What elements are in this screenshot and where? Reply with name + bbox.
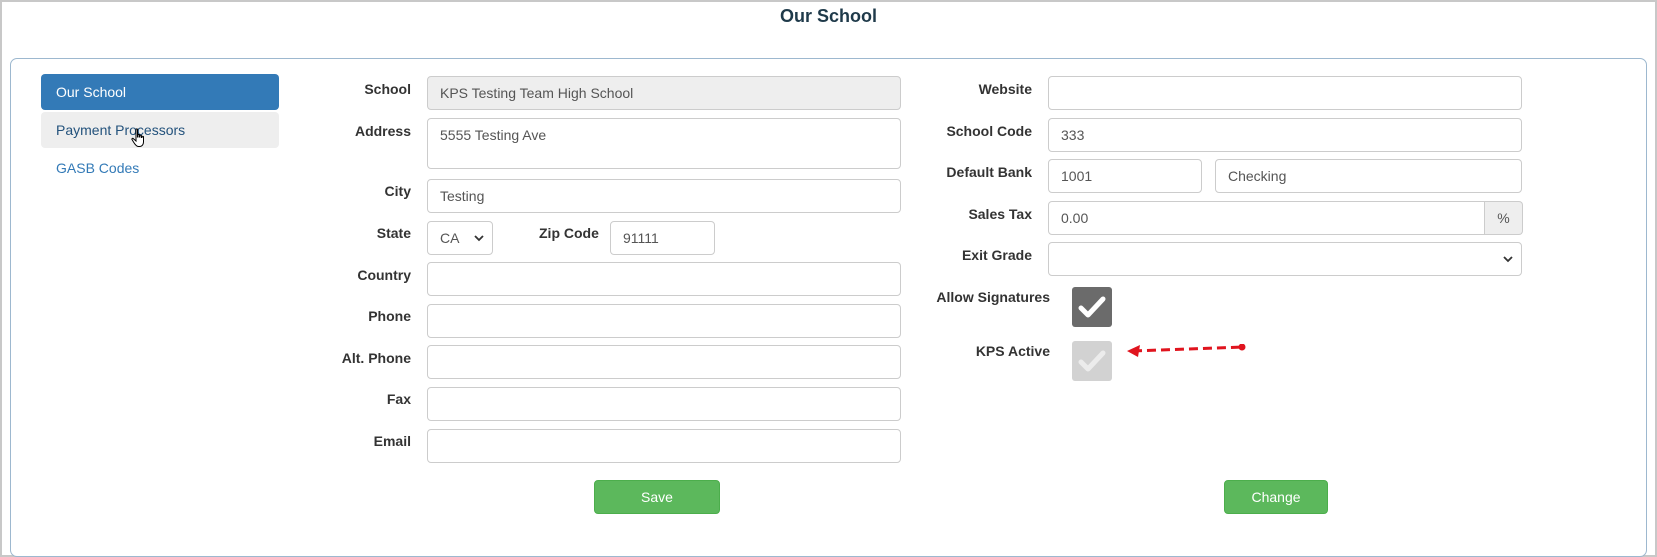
sidebar-item-label: Our School (56, 84, 127, 100)
sales-tax-field[interactable]: 0.00 (1048, 201, 1485, 235)
city-field[interactable]: Testing (427, 179, 901, 213)
fax-field[interactable] (427, 387, 901, 421)
page-title: Our School (779, 6, 877, 26)
kps-active-checkbox[interactable] (1072, 341, 1112, 381)
website-field[interactable] (1048, 76, 1522, 110)
chevron-down-icon (1503, 256, 1513, 263)
school-label: School (364, 81, 411, 97)
phone-label: Phone (368, 308, 411, 324)
country-field[interactable] (427, 262, 901, 296)
website-label: Website (978, 81, 1032, 97)
check-icon (1078, 296, 1106, 318)
alt-phone-label: Alt. Phone (341, 350, 411, 366)
exit-grade-select[interactable] (1048, 242, 1522, 276)
alt-phone-field[interactable] (427, 345, 901, 379)
sales-tax-label: Sales Tax (968, 206, 1032, 222)
school-name-field[interactable]: KPS Testing Team High School (427, 76, 901, 110)
default-bank-label: Default Bank (946, 164, 1032, 180)
city-label: City (384, 183, 411, 199)
school-settings-panel: Our School Payment Processors GASB Codes… (10, 58, 1647, 557)
email-field[interactable] (427, 429, 901, 463)
arrow-left-icon (1127, 344, 1246, 357)
default-bank-number-field[interactable]: 1001 (1048, 159, 1202, 193)
sidebar-nav: Our School Payment Processors GASB Codes (41, 74, 279, 188)
email-label: Email (373, 433, 411, 449)
hand-pointer-icon (131, 128, 144, 147)
fax-label: Fax (386, 391, 411, 407)
sidebar-item-label: Payment Processors (56, 122, 186, 138)
zip-code-label: Zip Code (539, 225, 599, 241)
phone-field[interactable] (427, 304, 901, 338)
state-select-value: CA (440, 230, 460, 246)
sidebar-item-our-school[interactable]: Our School (41, 74, 279, 110)
sidebar-item-payment-processors[interactable]: Payment Processors (41, 112, 279, 148)
state-select[interactable]: CA (427, 221, 493, 255)
country-label: Country (357, 267, 411, 283)
chevron-down-icon (474, 235, 484, 242)
state-label: State (376, 225, 411, 241)
school-code-label: School Code (946, 123, 1032, 139)
sidebar-item-gasb-codes[interactable]: GASB Codes (41, 150, 279, 186)
address-textarea[interactable]: 5555 Testing Ave (427, 118, 901, 169)
change-logo-button[interactable]: Change Logo (1224, 480, 1328, 537)
save-information-button[interactable]: Save Information (594, 480, 720, 537)
sidebar-item-label: GASB Codes (56, 160, 140, 176)
default-bank-account-field[interactable]: Checking (1215, 159, 1522, 193)
percent-addon: % (1485, 201, 1523, 235)
allow-signatures-label: Allow Signatures (936, 289, 1050, 305)
exit-grade-label: Exit Grade (961, 247, 1032, 263)
check-icon (1078, 350, 1106, 372)
kps-active-label: KPS Active (975, 343, 1050, 359)
address-label: Address (354, 123, 411, 139)
school-code-field[interactable]: 333 (1048, 118, 1522, 152)
zip-code-field[interactable]: 91111 (610, 221, 715, 255)
allow-signatures-checkbox[interactable] (1072, 287, 1112, 327)
